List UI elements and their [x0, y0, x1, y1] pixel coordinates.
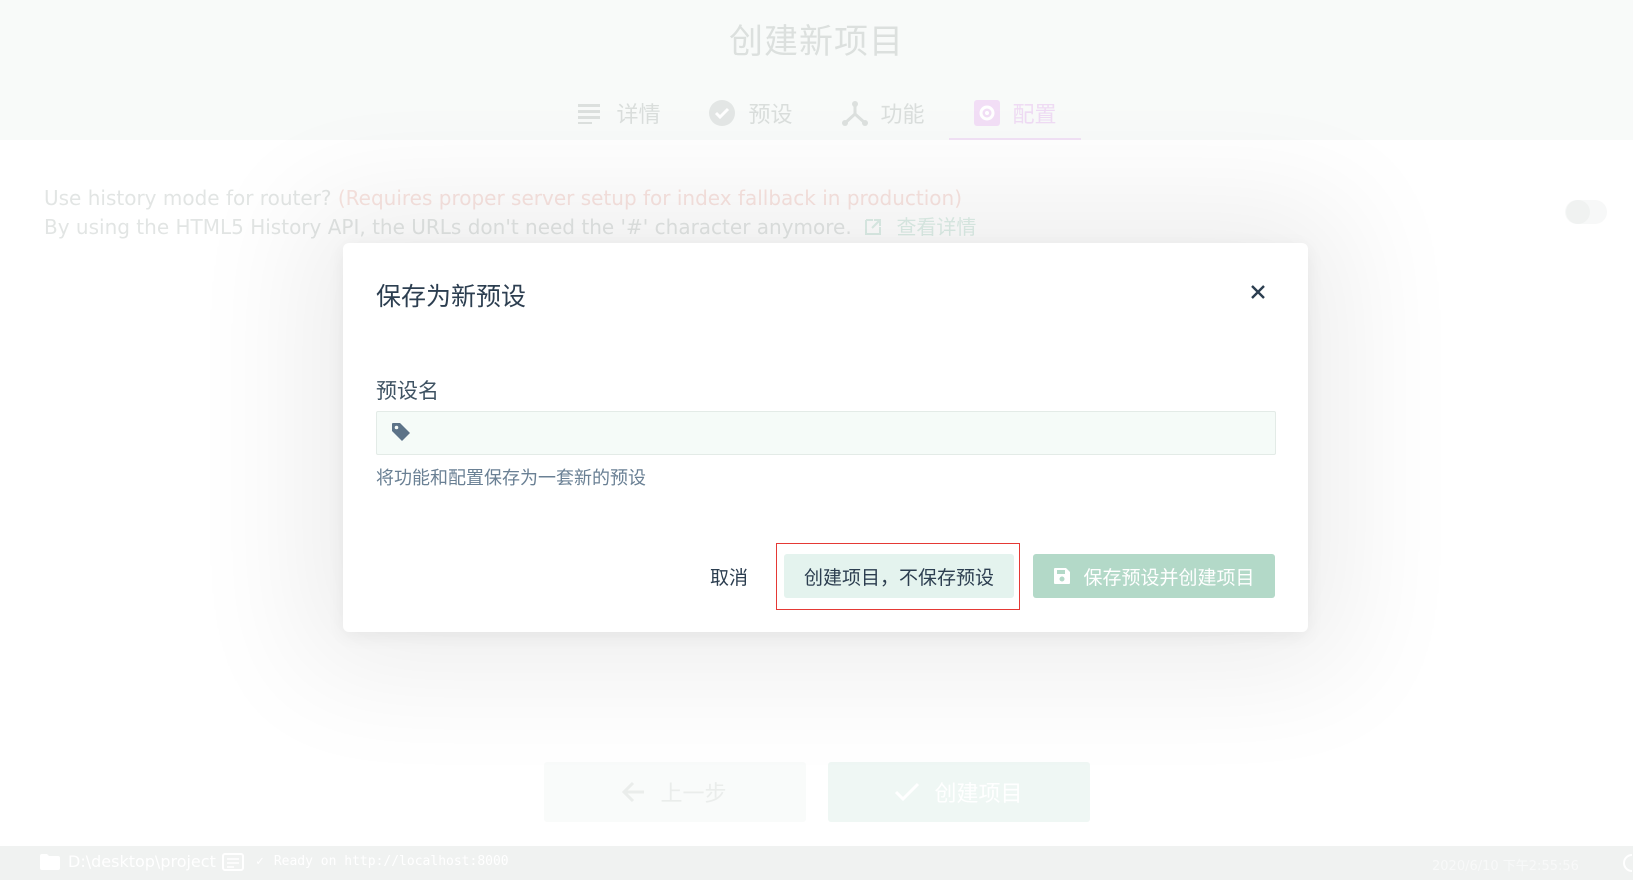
preset-name-field[interactable] [376, 411, 1276, 456]
save-preset-label: 保存预设并创建项目 [1083, 566, 1255, 589]
tag-icon [391, 422, 411, 446]
preset-name-hint: 将功能和配置保存为一套新的预设 [376, 468, 646, 489]
create-without-preset-button[interactable]: 创建项目，不保存预设 [784, 554, 1014, 598]
preset-name-label: 预设名 [376, 379, 439, 403]
preset-name-input[interactable] [421, 412, 1265, 456]
save-icon [1054, 568, 1071, 584]
save-preset-and-create-button[interactable]: 保存预设并创建项目 [1033, 554, 1275, 598]
close-icon [1251, 285, 1265, 299]
close-button[interactable] [1246, 280, 1270, 304]
app-root: 创建新项目 详情 预设 功能 配置 Use history mode for r… [0, 0, 1633, 880]
cancel-button[interactable]: 取消 [702, 554, 756, 598]
save-preset-dialog: 保存为新预设 预设名 将功能和配置保存为一套新的预设 取消 创建项目，不保存预设… [343, 243, 1308, 632]
dialog-title: 保存为新预设 [376, 282, 527, 311]
